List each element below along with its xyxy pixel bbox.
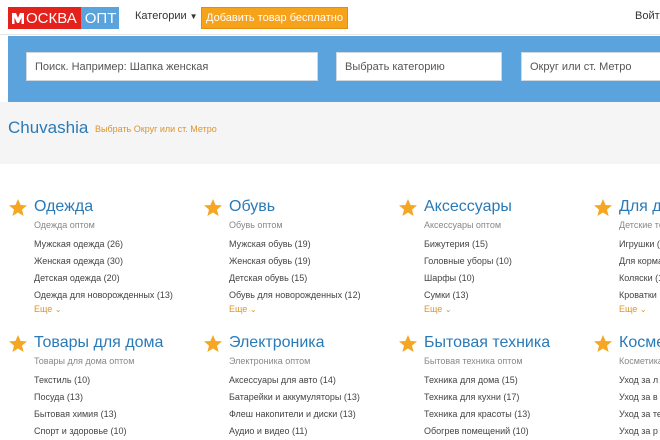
category-subtitle: Товары для дома оптом: [34, 356, 135, 366]
more-label: Еще: [424, 304, 443, 314]
category-subtitle: Одежда оптом: [34, 220, 95, 230]
more-link[interactable]: Еще ⌄: [34, 304, 62, 314]
subcategory-link[interactable]: Игрушки (: [619, 238, 660, 255]
subcategory-link[interactable]: Коляски (1: [619, 272, 660, 289]
logo-red-part: ОСКВА: [8, 7, 81, 29]
more-label: Еще: [229, 304, 248, 314]
search-input[interactable]: Поиск. Например: Шапка женская: [26, 52, 318, 81]
subcategory-list: Текстиль (10) Посуда (13) Бытовая химия (1…: [34, 374, 127, 440]
subcategory-link[interactable]: Детская одежда (20): [34, 272, 173, 289]
star-icon: [203, 198, 223, 218]
subcategory-link[interactable]: Спорт и здоровье (10): [34, 425, 127, 440]
categories-label: Категории: [135, 10, 187, 22]
star-icon: [593, 334, 613, 354]
top-navbar: ОСКВА ОПТ Категории ▼ Добавить товар бесп…: [0, 0, 660, 35]
subcategory-list: Аксессуары для авто (14) Батарейки и акку…: [229, 374, 360, 440]
chevron-down-icon: ⌄: [249, 305, 257, 314]
category-subtitle: Аксессуары оптом: [424, 220, 502, 230]
subcategory-link[interactable]: Техника для красоты (13): [424, 408, 530, 425]
star-icon: [8, 198, 28, 218]
subcategory-link[interactable]: Бытовая химия (13): [34, 408, 127, 425]
subcategory-link[interactable]: Шарфы (10): [424, 272, 512, 289]
subcategory-link[interactable]: Текстиль (10): [34, 374, 127, 391]
subcategory-list: Игрушки (Для корма Коляски (1 Кроватки: [619, 238, 660, 306]
subcategory-link[interactable]: Батарейки и аккумуляторы (13): [229, 391, 360, 408]
site-logo[interactable]: ОСКВА ОПТ: [8, 7, 120, 29]
subcategory-link[interactable]: Женская одежда (30): [34, 255, 173, 272]
subcategory-link[interactable]: Аудио и видео (11): [229, 425, 360, 440]
category-subtitle: Электроника оптом: [229, 356, 311, 366]
subcategory-link[interactable]: Уход за р: [619, 425, 660, 440]
subcategory-list: Мужская обувь (19) Женская обувь (19) Детс…: [229, 238, 361, 306]
star-icon: [593, 198, 613, 218]
subcategory-link[interactable]: Техника для кухни (17): [424, 391, 530, 408]
category-title[interactable]: Косме: [619, 334, 660, 352]
category-subtitle: Детские то: [619, 220, 660, 230]
categories-dropdown[interactable]: Категории ▼: [135, 10, 198, 22]
category-select[interactable]: Выбрать категорию: [336, 52, 502, 81]
subcategory-link[interactable]: Детская обувь (15): [229, 272, 361, 289]
category-subtitle: Косметика: [619, 356, 660, 366]
choose-district-link[interactable]: Выбрать Округ или ст. Метро: [95, 124, 217, 134]
category-subtitle: Бытовая техника оптом: [424, 356, 523, 366]
chevron-down-icon: ⌄: [444, 305, 452, 314]
more-link[interactable]: Еще ⌄: [424, 304, 452, 314]
add-product-button[interactable]: Добавить товар бесплатно: [201, 7, 348, 29]
region-title: Chuvashia: [8, 118, 89, 137]
subcategory-link[interactable]: Флеш накопители и диски (13): [229, 408, 360, 425]
subcategory-link[interactable]: Техника для дома (15): [424, 374, 530, 391]
category-title[interactable]: Электроника: [229, 334, 325, 352]
more-label: Еще: [619, 304, 638, 314]
star-icon: [398, 198, 418, 218]
caret-down-icon: ▼: [189, 12, 198, 21]
category-title[interactable]: Для д: [619, 198, 660, 216]
login-link[interactable]: Войти: [635, 10, 660, 22]
subcategory-link[interactable]: Женская обувь (19): [229, 255, 361, 272]
more-link[interactable]: Еще ⌄: [229, 304, 257, 314]
more-label: Еще: [34, 304, 53, 314]
logo-blue-text: ОПТ: [84, 9, 117, 27]
category-title[interactable]: Одежда: [34, 198, 93, 216]
subcategory-link[interactable]: Головные уборы (10): [424, 255, 512, 272]
logo-red-text: ОСКВА: [26, 9, 77, 27]
logo-blue-part: ОПТ: [80, 7, 120, 29]
category-subtitle: Обувь оптом: [229, 220, 283, 230]
subcategory-list: Бижутерия (15) Головные уборы (10) Шарфы (…: [424, 238, 512, 306]
subcategory-link[interactable]: Аксессуары для авто (14): [229, 374, 360, 391]
subcategory-link[interactable]: Уход за л: [619, 374, 660, 391]
category-title[interactable]: Обувь: [229, 198, 275, 216]
subcategory-link[interactable]: Уход за те: [619, 408, 660, 425]
subcategory-link[interactable]: Для корма: [619, 255, 660, 272]
category-title[interactable]: Бытовая техника: [424, 334, 550, 352]
subcategory-link[interactable]: Мужская одежда (26): [34, 238, 173, 255]
subcategory-list: Уход за л Уход за в Уход за те Уход за р: [619, 374, 660, 440]
subcategory-list: Мужская одежда (26) Женская одежда (30) Де…: [34, 238, 173, 306]
logo-m-icon: [12, 13, 24, 24]
subcategory-list: Техника для дома (15) Техника для кухни (…: [424, 374, 530, 440]
region-bar: Chuvashia Выбрать Округ или ст. Метро: [0, 102, 660, 164]
category-title[interactable]: Аксессуары: [424, 198, 512, 216]
district-select[interactable]: Округ или ст. Метро: [521, 52, 660, 81]
chevron-down-icon: ⌄: [54, 305, 62, 314]
subcategory-link[interactable]: Уход за в: [619, 391, 660, 408]
search-panel: Поиск. Например: Шапка женская Выбрать к…: [8, 36, 660, 102]
chevron-down-icon: ⌄: [639, 305, 647, 314]
subcategory-link[interactable]: Обогрев помещений (10): [424, 425, 530, 440]
category-title[interactable]: Товары для дома: [34, 334, 163, 352]
subcategory-link[interactable]: Мужская обувь (19): [229, 238, 361, 255]
subcategory-link[interactable]: Бижутерия (15): [424, 238, 512, 255]
more-link[interactable]: Еще ⌄: [619, 304, 647, 314]
subcategory-link[interactable]: Посуда (13): [34, 391, 127, 408]
star-icon: [203, 334, 223, 354]
star-icon: [8, 334, 28, 354]
star-icon: [398, 334, 418, 354]
